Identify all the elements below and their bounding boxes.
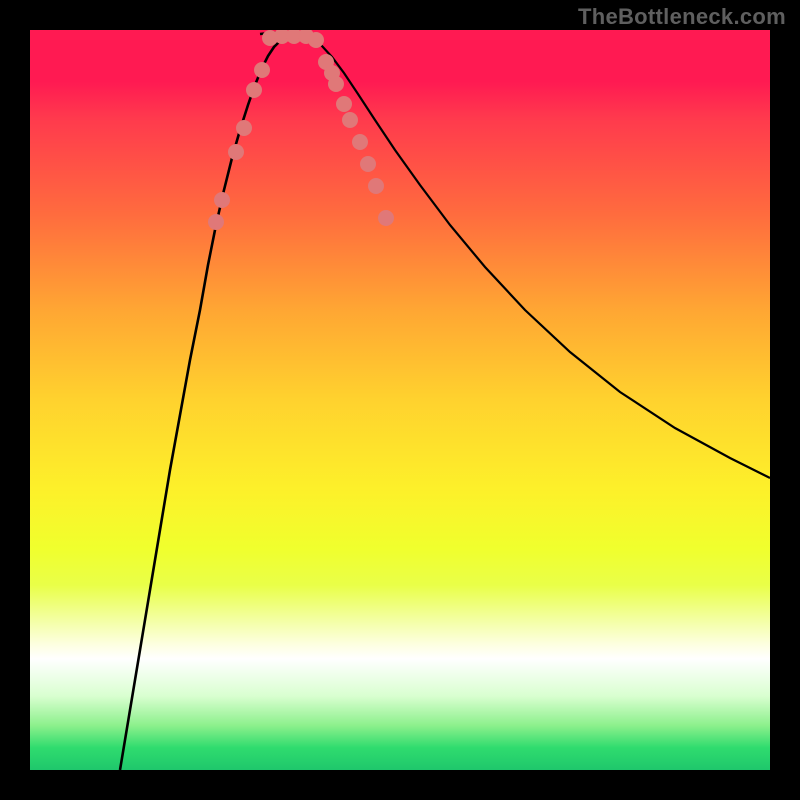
dots-right-dot: [336, 96, 352, 112]
dots-right-dot: [368, 178, 384, 194]
chart-svg: [30, 30, 770, 770]
dots-left-dot: [208, 214, 224, 230]
dots-left-dot: [228, 144, 244, 160]
dots-left-dot: [254, 62, 270, 78]
curve-layer: [120, 33, 770, 770]
dots-left-dot: [214, 192, 230, 208]
left-curve-path: [120, 34, 298, 770]
marker-layer: [208, 30, 394, 230]
dots-right-dot: [378, 210, 394, 226]
dots-right-dot: [360, 156, 376, 172]
right-curve-path: [298, 34, 770, 478]
dots-bottom-dot: [308, 32, 324, 48]
dots-right-dot: [342, 112, 358, 128]
dots-left-dot: [246, 82, 262, 98]
watermark-text: TheBottleneck.com: [578, 4, 786, 30]
dots-left-dot: [236, 120, 252, 136]
dots-right-dot: [328, 76, 344, 92]
dots-right-dot: [352, 134, 368, 150]
